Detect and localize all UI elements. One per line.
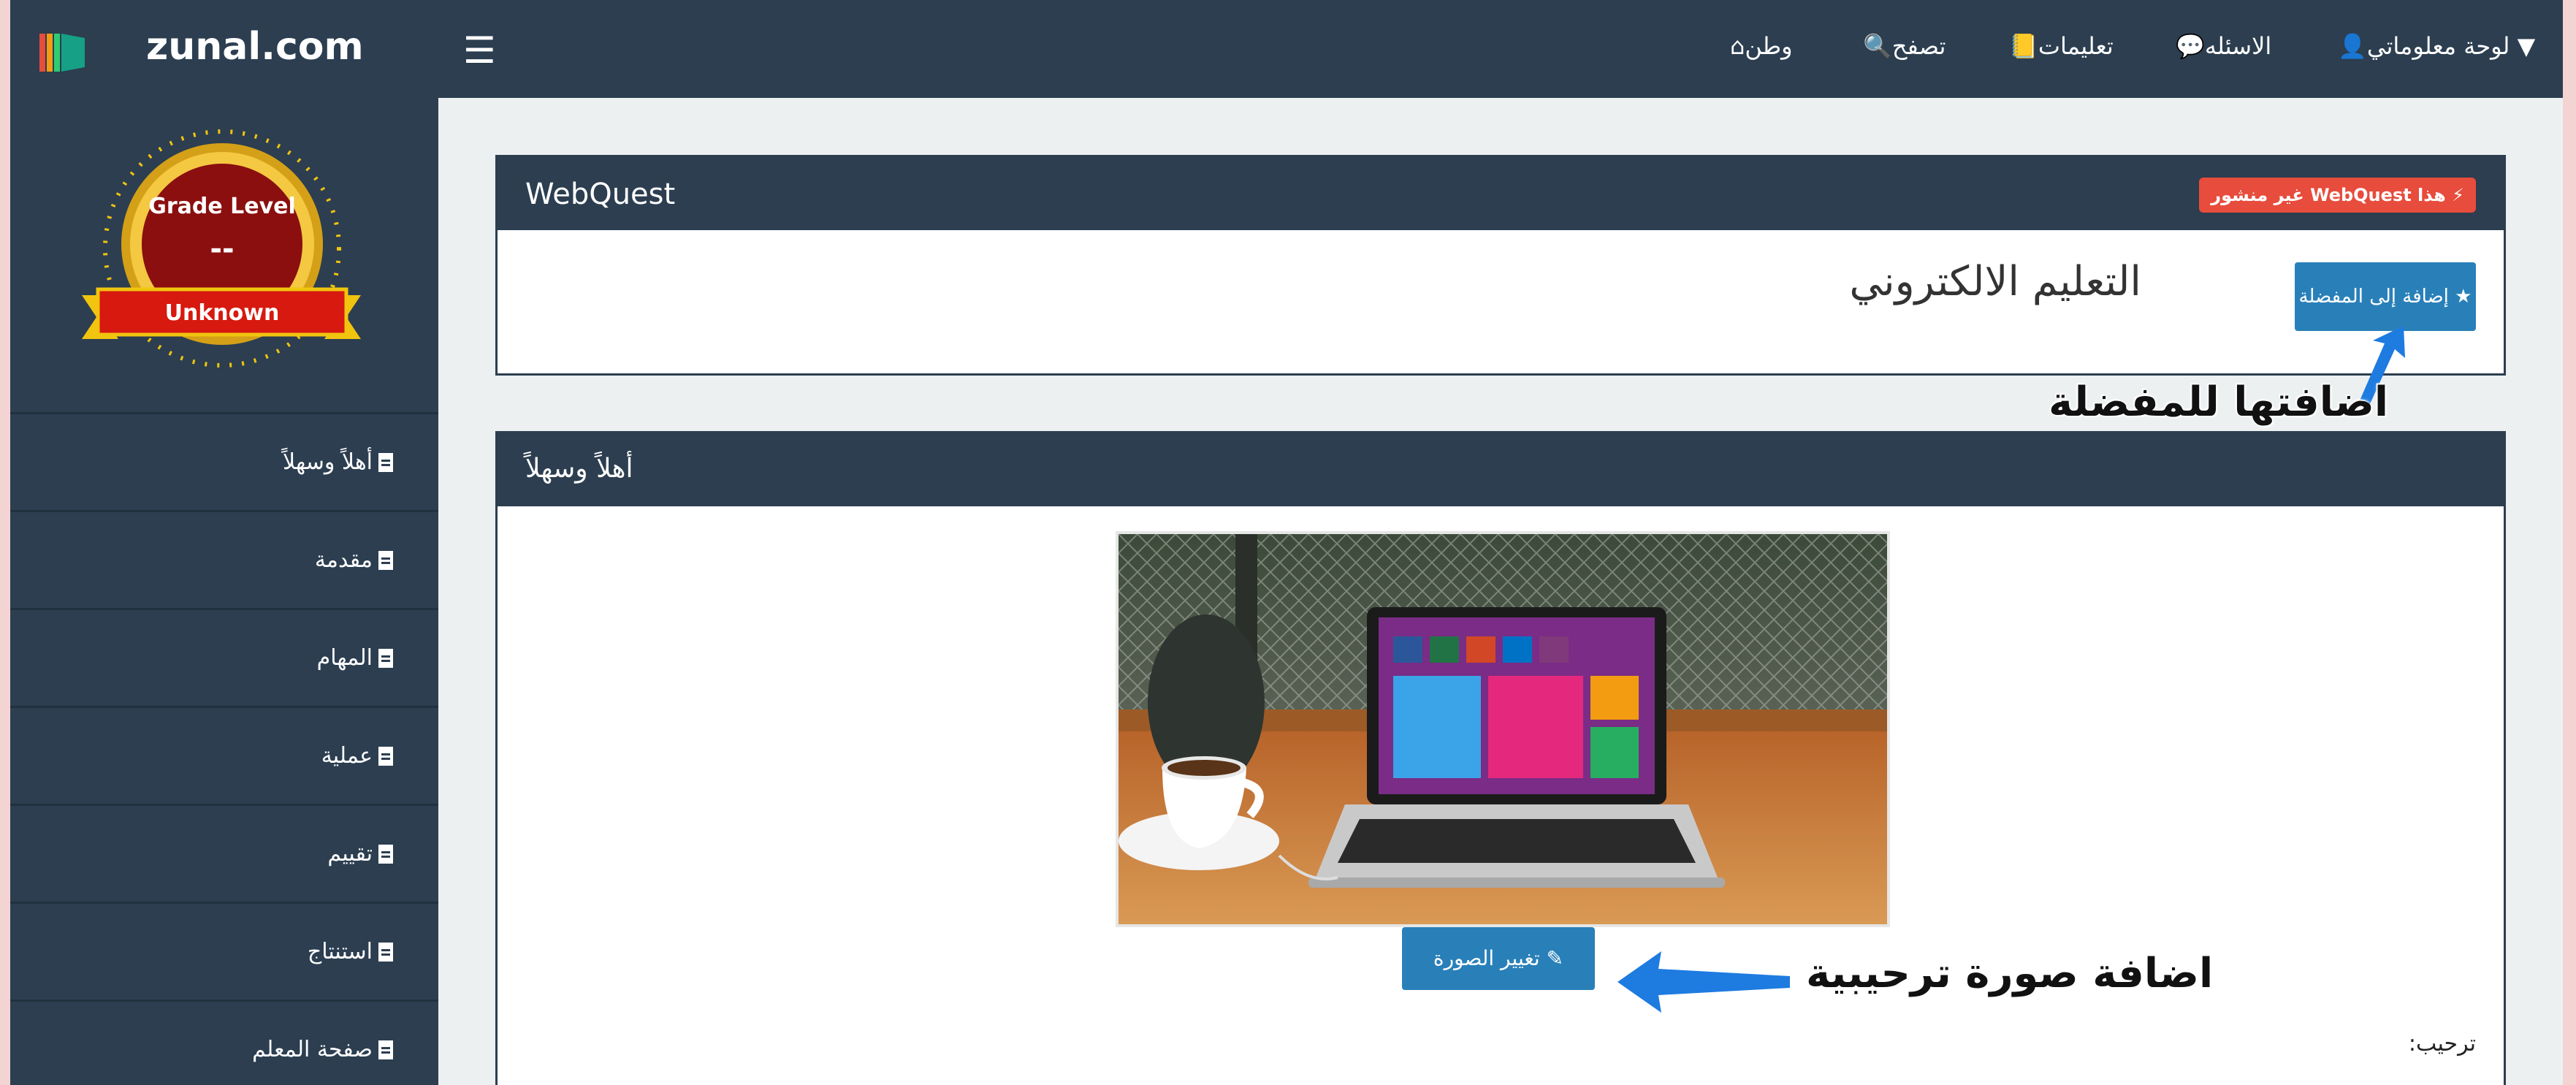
sidebar-item-label: مقدمة: [314, 547, 373, 573]
panel-title: WebQuest: [525, 178, 676, 211]
nav-browse-label: تصفح: [1891, 32, 1946, 60]
logo-area[interactable]: zunal.com: [10, 0, 440, 98]
comments-icon: 💬: [2176, 32, 2205, 60]
sidebar-item-label: أهلاً وسهلاً: [283, 449, 373, 475]
sidebar-item-introduction[interactable]: مقدمة: [10, 510, 438, 606]
sidebar-item-label: تقييم: [327, 841, 373, 867]
sidebar-item-process[interactable]: عملية: [10, 706, 438, 802]
user-icon: 👤: [2338, 32, 2367, 60]
nav-questions[interactable]: 💬الاسئله: [2176, 32, 2271, 60]
medal-icon: Grade Level -- Unknown: [82, 129, 361, 368]
laptop-coffee-image: [1119, 534, 1887, 924]
brand-name: zunal.com: [146, 25, 364, 69]
sidebar-item-welcome[interactable]: أهلاً وسهلاً: [10, 412, 438, 509]
nav-dashboard-label: لوحة معلوماتي: [2366, 32, 2510, 60]
change-image-button[interactable]: ✎ تغيير الصورة: [1402, 927, 1595, 990]
sidebar: Grade Level -- Unknown أهلاً وسهلاً مقدم…: [10, 98, 438, 1085]
sidebar-item-conclusion[interactable]: استنتاج: [10, 902, 438, 998]
webquest-title: التعليم الالكتروني: [1849, 258, 2141, 305]
status-badge: ⚡ هذا WebQuest غير منشور: [2199, 178, 2476, 213]
zunal-logo-icon: [39, 34, 85, 72]
document-icon: [378, 747, 393, 766]
nav-home[interactable]: ⌂وطن: [1730, 32, 1793, 60]
status-badge-label: هذا WebQuest غير منشور: [2211, 185, 2446, 205]
search-icon: 🔍: [1863, 32, 1892, 60]
document-icon: [378, 1040, 393, 1059]
add-favorite-button[interactable]: ★ إضافة إلى المفضلة: [2295, 262, 2476, 331]
app-frame: zunal.com ☰ 👤لوحة معلوماتي ▼ 💬الاسئله 📒ت…: [10, 0, 2563, 1085]
nav-instructions-label: تعليمات: [2038, 32, 2114, 60]
add-favorite-label: إضافة إلى المفضلة: [2298, 286, 2449, 308]
badge-ribbon: Unknown: [165, 300, 280, 326]
document-icon: [378, 845, 393, 864]
welcome-panel-header: أهلاً وسهلاً: [498, 433, 2504, 506]
sidebar-item-label: عملية: [321, 743, 373, 769]
nav-instructions[interactable]: 📒تعليمات: [2009, 32, 2114, 60]
webquest-panel-body: ★ إضافة إلى المفضلة التعليم الالكتروني: [498, 230, 2504, 373]
webquest-panel-header: WebQuest ⚡ هذا WebQuest غير منشور: [498, 157, 2504, 230]
annotation-arrow-image-icon: [1617, 951, 1790, 1013]
home-icon: ⌂: [1730, 32, 1745, 60]
star-icon: ★: [2455, 286, 2472, 308]
pencil-icon: ✎: [1546, 946, 1564, 970]
welcome-field-label: ترحيب:: [2408, 1031, 2476, 1057]
document-icon: [378, 649, 393, 668]
nav-browse[interactable]: 🔍تصفح: [1863, 32, 1946, 60]
sidebar-item-label: استنتاج: [307, 939, 373, 964]
nav-dashboard[interactable]: 👤لوحة معلوماتي ▼: [2338, 32, 2535, 60]
nav-questions-label: الاسئله: [2204, 32, 2272, 60]
menu-toggle-icon[interactable]: ☰: [463, 29, 496, 72]
webquest-panel: WebQuest ⚡ هذا WebQuest غير منشور ★ إضاف…: [495, 155, 2506, 376]
change-image-label: تغيير الصورة: [1433, 946, 1540, 970]
sidebar-item-tasks[interactable]: المهام: [10, 608, 438, 704]
nav-home-label: وطن: [1745, 32, 1793, 60]
welcome-panel-body: ✎ تغيير الصورة ترحيب:: [498, 506, 2504, 1085]
bolt-icon: ⚡: [2452, 185, 2464, 205]
sidebar-item-label: المهام: [316, 645, 373, 671]
document-icon: [378, 943, 393, 962]
welcome-image: [1116, 531, 1890, 927]
badge-title: Grade Level: [148, 194, 296, 219]
grade-level-badge: Grade Level -- Unknown: [10, 98, 438, 412]
welcome-panel-title: أهلاً وسهلاً: [525, 454, 633, 484]
badge-value: --: [210, 232, 234, 266]
annotation-favorite-note: اضافتها للمفضلة: [2049, 378, 2389, 426]
document-icon: [378, 551, 393, 570]
book-icon: 📒: [2009, 32, 2038, 60]
caret-down-icon: ▼: [2517, 32, 2536, 60]
top-navbar: zunal.com ☰ 👤لوحة معلوماتي ▼ 💬الاسئله 📒ت…: [10, 0, 2563, 98]
sidebar-item-evaluation[interactable]: تقييم: [10, 804, 438, 900]
sidebar-item-label: صفحة المعلم: [252, 1037, 373, 1062]
document-icon: [378, 453, 393, 472]
annotation-image-note: اضافة صورة ترحيبية: [1806, 950, 2214, 997]
sidebar-item-teacher-page[interactable]: صفحة المعلم: [10, 1000, 438, 1085]
